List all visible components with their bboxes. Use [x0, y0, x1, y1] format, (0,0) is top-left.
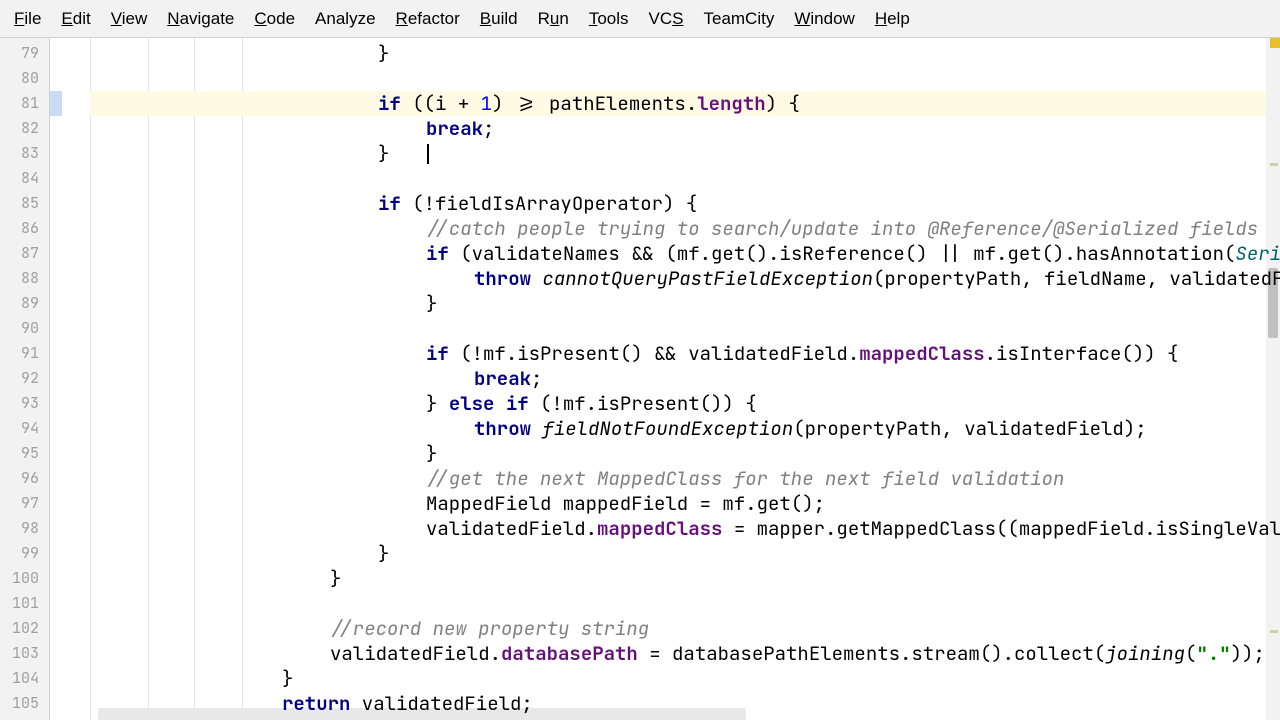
menu-vcs[interactable]: VCS [639, 5, 694, 33]
menu-refactor[interactable]: Refactor [386, 5, 470, 33]
line-number: 81 [0, 91, 39, 116]
code-line[interactable]: if ((i + 1) >= pathElements.length) { [90, 91, 1280, 116]
line-number: 85 [0, 191, 39, 216]
code-editor[interactable]: 7980818283848586878889909192939495969798… [0, 38, 1280, 720]
vertical-scrollbar[interactable] [1266, 38, 1280, 720]
code-line[interactable]: //catch people trying to search/update i… [90, 216, 1280, 241]
line-number: 90 [0, 316, 39, 341]
menu-navigate[interactable]: Navigate [157, 5, 244, 33]
line-number: 79 [0, 41, 39, 66]
code-line[interactable]: break; [90, 116, 1280, 141]
code-line[interactable]: break; [90, 366, 1280, 391]
code-line[interactable]: } [90, 291, 1280, 316]
highlight-marker [1270, 163, 1278, 166]
line-number-gutter: 7980818283848586878889909192939495969798… [0, 38, 50, 720]
menu-analyze[interactable]: Analyze [305, 5, 385, 33]
line-number: 102 [0, 616, 39, 641]
line-number: 92 [0, 366, 39, 391]
code-line[interactable]: if (!fieldIsArrayOperator) { [90, 191, 1280, 216]
code-line[interactable]: throw fieldNotFoundException(propertyPat… [90, 416, 1280, 441]
line-number: 88 [0, 266, 39, 291]
code-line[interactable] [90, 316, 1280, 341]
menu-window[interactable]: Window [784, 5, 864, 33]
line-number: 89 [0, 291, 39, 316]
code-line[interactable]: } [90, 141, 1280, 166]
line-number: 95 [0, 441, 39, 466]
line-number: 87 [0, 241, 39, 266]
menu-teamcity[interactable]: TeamCity [693, 5, 784, 33]
code-line[interactable]: } [90, 441, 1280, 466]
line-number: 101 [0, 591, 39, 616]
code-line[interactable]: //get the next MappedClass for the next … [90, 466, 1280, 491]
line-number: 83 [0, 141, 39, 166]
line-number: 91 [0, 341, 39, 366]
code-line[interactable]: } else if (!mf.isPresent()) { [90, 391, 1280, 416]
menu-code[interactable]: Code [244, 5, 305, 33]
main-menu-bar: FileEditViewNavigateCodeAnalyzeRefactorB… [0, 0, 1280, 38]
code-line[interactable]: throw cannotQueryPastFieldException(prop… [90, 266, 1280, 291]
code-line[interactable]: } [90, 666, 1280, 691]
line-number: 103 [0, 641, 39, 666]
fold-gutter [50, 38, 90, 720]
code-line[interactable]: } [90, 566, 1280, 591]
menu-run[interactable]: Run [528, 5, 579, 33]
menu-tools[interactable]: Tools [579, 5, 639, 33]
menu-edit[interactable]: Edit [51, 5, 100, 33]
line-number: 97 [0, 491, 39, 516]
code-line[interactable]: validatedField.databasePath = databasePa… [90, 641, 1280, 666]
text-caret [427, 144, 429, 164]
line-number: 82 [0, 116, 39, 141]
code-line[interactable] [90, 66, 1280, 91]
menu-build[interactable]: Build [470, 5, 528, 33]
code-line[interactable] [90, 591, 1280, 616]
line-number: 98 [0, 516, 39, 541]
code-line[interactable] [90, 166, 1280, 191]
code-line[interactable]: } [90, 41, 1280, 66]
line-number: 99 [0, 541, 39, 566]
line-number: 80 [0, 66, 39, 91]
line-number: 100 [0, 566, 39, 591]
line-number: 84 [0, 166, 39, 191]
line-number: 93 [0, 391, 39, 416]
code-line[interactable]: //record new property string [90, 616, 1280, 641]
code-line[interactable]: if (validateNames && (mf.get().isReferen… [90, 241, 1280, 266]
code-line[interactable]: validatedField.mappedClass = mapper.getM… [90, 516, 1280, 541]
line-number: 96 [0, 466, 39, 491]
line-number: 105 [0, 691, 39, 716]
code-line[interactable]: MappedField mappedField = mf.get(); [90, 491, 1280, 516]
line-number: 86 [0, 216, 39, 241]
menu-view[interactable]: View [101, 5, 158, 33]
line-number: 104 [0, 666, 39, 691]
code-line[interactable]: if (!mf.isPresent() && validatedField.ma… [90, 341, 1280, 366]
menu-file[interactable]: File [4, 5, 51, 33]
code-line[interactable]: } [90, 541, 1280, 566]
warning-marker-icon [1270, 38, 1280, 48]
menu-help[interactable]: Help [865, 5, 920, 33]
line-number: 94 [0, 416, 39, 441]
code-area[interactable]: }if ((i + 1) >= pathElements.length) {br… [90, 38, 1280, 720]
highlight-marker [1270, 630, 1278, 633]
